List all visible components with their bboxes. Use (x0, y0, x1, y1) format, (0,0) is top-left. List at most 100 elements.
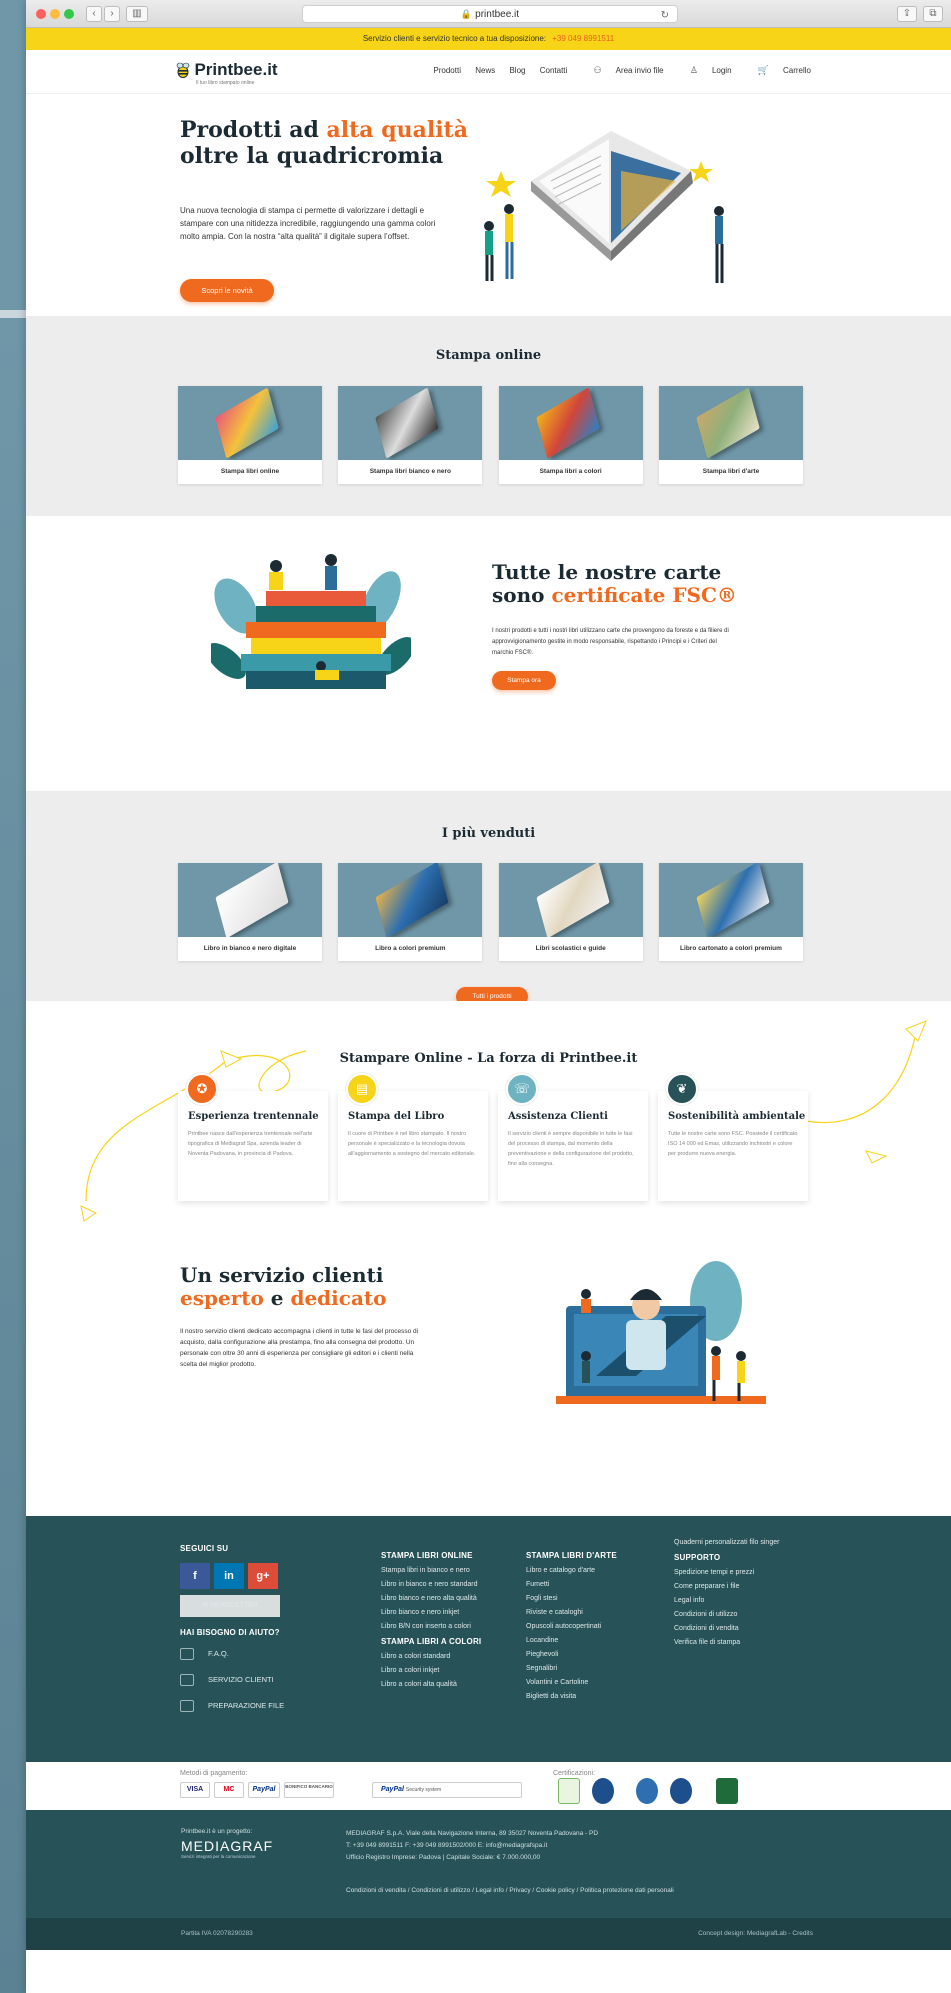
footer-link[interactable]: Fogli stesi (526, 1592, 646, 1606)
footer-link[interactable]: Libro a colori standard (381, 1650, 501, 1664)
sub-footer: Partita IVA 02078290283 Concept design: … (26, 1918, 951, 1950)
back-button[interactable]: ‹ (86, 6, 102, 22)
nav-contatti[interactable]: Contatti (540, 66, 568, 75)
company-address: MEDIAGRAF S.p.A. Viale della Navigazione… (346, 1828, 796, 1864)
site-logo[interactable]: Printbee.it Il tuo libro stampato online (176, 60, 278, 86)
main-nav: Prodotti News Blog Contatti ⚇ Area invio … (421, 65, 811, 76)
footer-link[interactable]: Volantini e Cartoline (526, 1676, 646, 1690)
footer-link[interactable]: Condizioni di vendita (674, 1622, 789, 1636)
footer-link[interactable]: Riviste e cataloghi (526, 1606, 646, 1620)
reload-icon[interactable]: ↻ (661, 8, 669, 24)
product-label: Stampa libri online (220, 468, 280, 475)
footer-link[interactable]: Libro e catalogo d'arte (526, 1564, 646, 1578)
file-preparation-link[interactable]: PREPARAZIONE FILE (180, 1693, 300, 1719)
product-card[interactable]: Libro a colori premium (338, 863, 483, 961)
footer-link[interactable]: Quaderni personalizzati filo singer (674, 1536, 789, 1550)
footer-link[interactable]: Segnalibri (526, 1662, 646, 1676)
mediagraf-logo[interactable]: MEDIAGRAF Servizi integrati per la comuni… (181, 1838, 273, 1859)
feature-card: ✪ Esperienza trentennale Printbee nasce … (178, 1073, 328, 1201)
product-card[interactable]: Stampa libri bianco e nero (338, 386, 483, 484)
fsc-books-illustration (211, 554, 411, 689)
secure-text: Security system (405, 1787, 442, 1793)
cert-badge-icon (670, 1778, 692, 1804)
logo-tagline: Il tuo libro stampato online (196, 80, 255, 86)
credits-link[interactable]: Concept design: MediagrafLab - Credits (698, 1930, 813, 1937)
product-card[interactable]: Libro in bianco e nero digitale (178, 863, 322, 961)
nav-blog[interactable]: Blog (509, 66, 525, 75)
hero-title-start: Prodotti ad (180, 117, 327, 143)
footer-link[interactable]: Opuscoli autocopertinati (526, 1620, 646, 1634)
help-label: F.A.Q. (208, 1649, 229, 1658)
minimize-window-button[interactable] (50, 9, 60, 19)
nav-prodotti[interactable]: Prodotti (433, 66, 461, 75)
footer-link[interactable]: Locandine (526, 1634, 646, 1648)
share-icon[interactable]: ⇪ (897, 6, 917, 22)
browser-window: ‹ › ▥ 🔒 printbee.it ↻ ⇪ ⧉ Servizio client… (26, 0, 951, 1993)
hero-title-highlight: alta qualità (326, 117, 468, 143)
feature-text: Il cuore di Printbee è nel libro stampat… (348, 1131, 476, 1157)
product-card[interactable]: Stampa libri a colori (498, 386, 643, 484)
feature-text: Printbee nasce dall'esperienza trentenna… (188, 1131, 313, 1157)
product-card[interactable]: Stampa libri d'arte (658, 386, 803, 484)
mail-icon: ✉ (202, 1602, 209, 1609)
facebook-icon[interactable]: f (180, 1563, 210, 1589)
site-footer: SEGUICI SU f in g+ ✉ NEWSLETTER HAI BISO… (26, 1516, 951, 1762)
product-card[interactable]: Libri scolastici e guide (498, 863, 643, 961)
footer-link[interactable]: Legal info (674, 1594, 789, 1608)
footer-link[interactable]: Libro bianco e nero alta qualità (381, 1592, 501, 1606)
top-info-phone[interactable]: +39 049 8991511 (552, 34, 614, 43)
book-print-icon: ▤ (346, 1073, 378, 1105)
nav-login[interactable]: ♙ Login (678, 65, 732, 75)
faq-link[interactable]: F.A.Q. (180, 1641, 300, 1667)
footer-link[interactable]: Pieghevoli (526, 1648, 646, 1662)
footer-link[interactable]: Come preparare i file (674, 1580, 789, 1594)
footer-link[interactable]: Condizioni di utilizzo (674, 1608, 789, 1622)
social-links: f in g+ (180, 1563, 300, 1589)
footer-link[interactable]: Libro a colori inkjet (381, 1664, 501, 1678)
close-window-button[interactable] (36, 9, 46, 19)
nav-news[interactable]: News (475, 66, 495, 75)
background-deco (0, 310, 26, 318)
product-card[interactable]: Libro cartonato a colori premium (658, 863, 803, 961)
feature-title: Sostenibilità ambientale (668, 1111, 806, 1122)
company-info: Printbee.it è un progetto: MEDIAGRAF Serv… (26, 1810, 951, 1918)
legal-links[interactable]: Condizioni di vendita / Condizioni di ut… (346, 1887, 674, 1894)
tabs-icon[interactable]: ⧉ (923, 6, 943, 22)
site-header: Printbee.it Il tuo libro stampato online… (26, 50, 951, 94)
nav-area-invio-file[interactable]: ⚇ Area invio file (582, 65, 664, 75)
hero-title: Prodotti ad alta qualità oltre la quadri… (180, 117, 500, 169)
stampa-online-section: Stampa online Stampa libri online Stampa… (26, 316, 951, 516)
address-bar[interactable]: 🔒 printbee.it ↻ (302, 5, 678, 23)
discover-news-button[interactable]: Scopri le novità (180, 279, 274, 302)
background-deco (0, 318, 26, 1993)
footer-link[interactable]: Libro bianco e nero inkjet (381, 1606, 501, 1620)
print-now-button[interactable]: Stampa ora (492, 671, 556, 690)
newsletter-button[interactable]: ✉ NEWSLETTER (180, 1595, 280, 1617)
hero-section: Prodotti ad alta qualità oltre la quadri… (26, 94, 951, 316)
faq-icon (180, 1648, 194, 1661)
product-card[interactable]: Stampa libri online (178, 386, 322, 484)
forward-button[interactable]: › (104, 6, 120, 22)
footer-link[interactable]: Libro B/N con inserto a colori (381, 1620, 501, 1634)
product-image (498, 386, 643, 460)
product-image (498, 863, 643, 937)
payments-bar: Metodi di pagamento: VISA MC PayPal BONI… (26, 1762, 951, 1810)
feature-card: ❦ Sostenibilità ambientale Tutte le nost… (658, 1073, 808, 1201)
hero-body: Una nuova tecnologia di stampa ci permet… (180, 206, 436, 241)
sidebar-toggle-icon[interactable]: ▥ (126, 6, 148, 22)
footer-link[interactable]: Stampa libri in bianco e nero (381, 1564, 501, 1578)
google-plus-icon[interactable]: g+ (248, 1563, 278, 1589)
feature-cards: ✪ Esperienza trentennale Printbee nasce … (178, 1073, 808, 1201)
footer-link[interactable]: Verifica file di stampa (674, 1636, 789, 1650)
nav-label: Login (711, 66, 732, 75)
url-text: printbee.it (475, 9, 520, 20)
customer-service-link[interactable]: SERVIZIO CLIENTI (180, 1667, 300, 1693)
footer-link[interactable]: Libro a colori alta qualità (381, 1678, 501, 1692)
footer-link[interactable]: Fumetti (526, 1578, 646, 1592)
footer-link[interactable]: Spedizione tempi e prezzi (674, 1566, 789, 1580)
nav-carrello[interactable]: 🛒 Carrello (746, 65, 811, 75)
linkedin-icon[interactable]: in (214, 1563, 244, 1589)
zoom-window-button[interactable] (64, 9, 74, 19)
footer-link[interactable]: Biglietti da visita (526, 1690, 646, 1704)
footer-link[interactable]: Libro in bianco e nero standard (381, 1578, 501, 1592)
